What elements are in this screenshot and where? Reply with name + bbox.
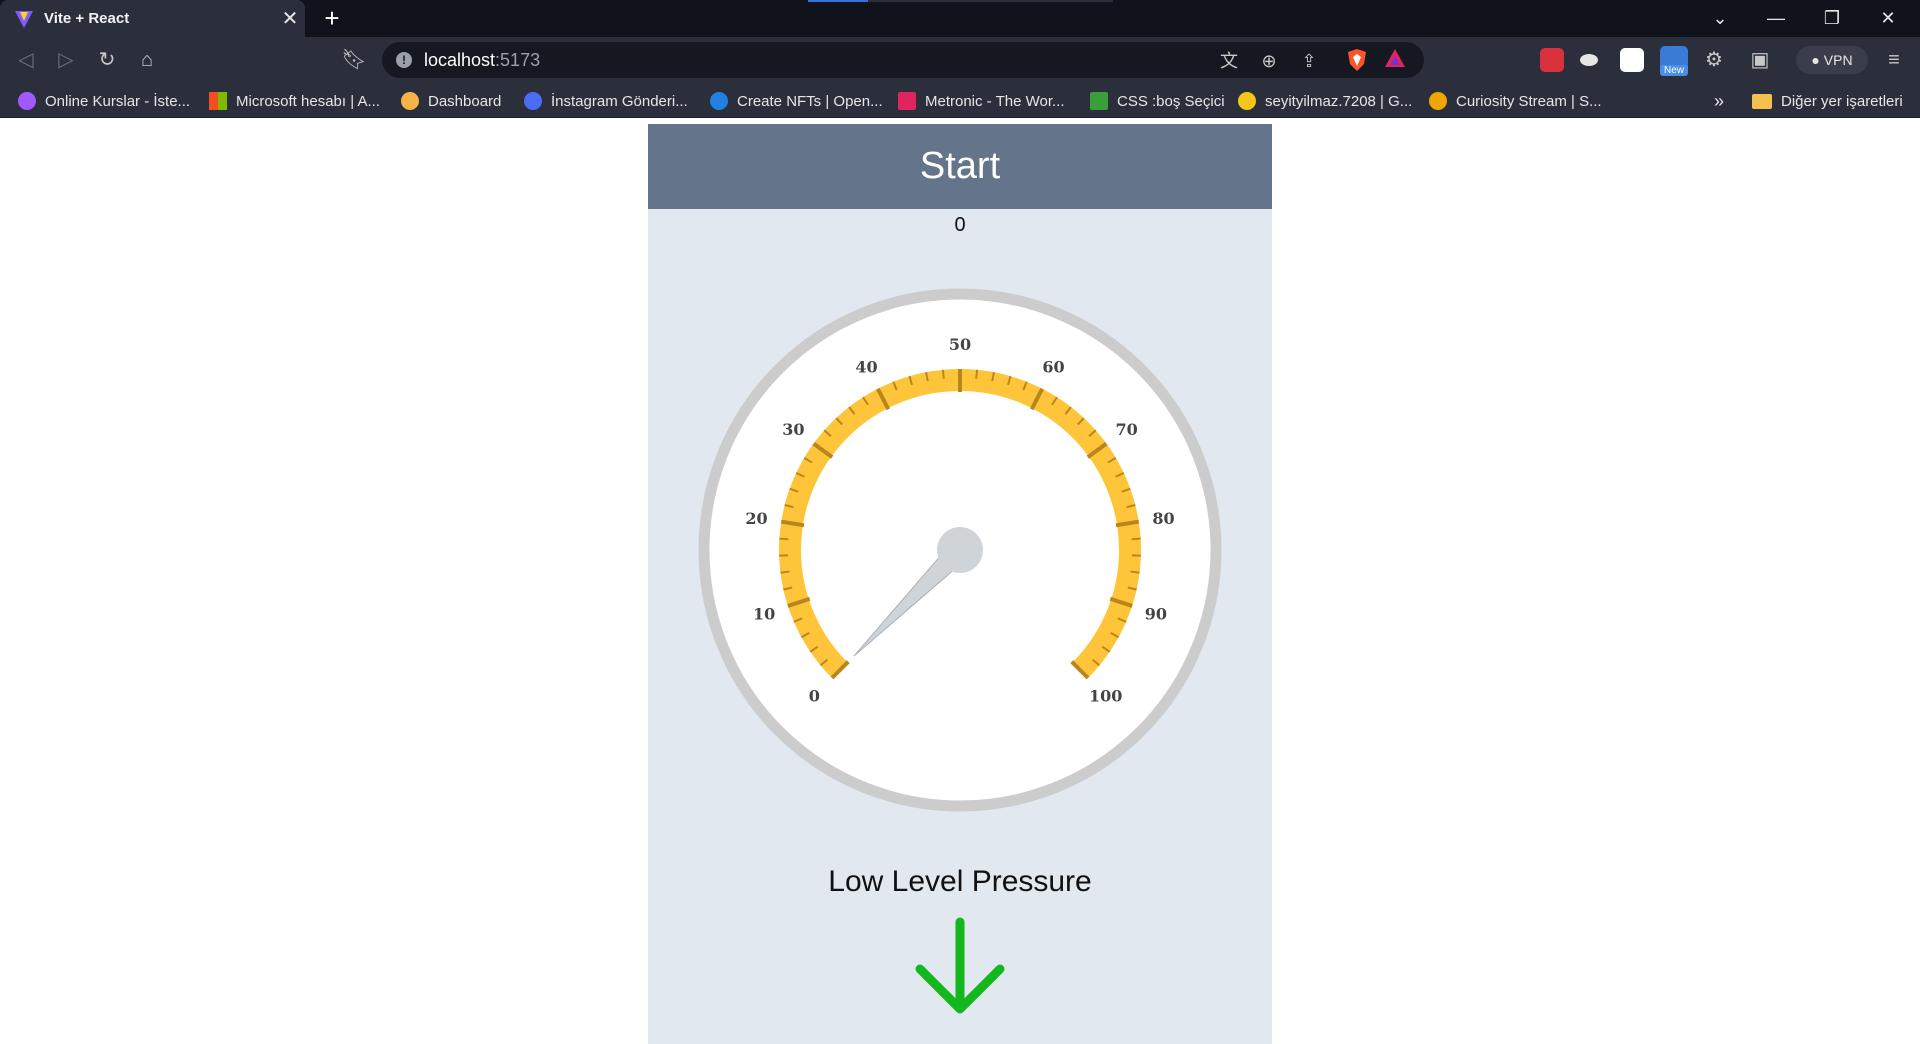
vite-logo-icon xyxy=(15,10,33,28)
gauge-minor-tick xyxy=(941,369,945,379)
tab-indicator-track xyxy=(868,0,1113,2)
gauge-needle-hub xyxy=(937,527,983,573)
back-icon[interactable]: ◁ xyxy=(12,46,40,74)
tab-close-icon[interactable]: ✕ xyxy=(275,9,305,29)
opensea-icon xyxy=(710,92,728,110)
browser-tab[interactable]: Vite + React ✕ xyxy=(0,0,305,37)
gauge-tick-label: 60 xyxy=(1042,357,1064,376)
menu-icon[interactable]: ≡ xyxy=(1880,46,1908,74)
eye-extension-icon[interactable] xyxy=(1580,54,1598,66)
bookmarks-overflow-button[interactable]: » xyxy=(1714,90,1724,112)
gauge-minor-tick xyxy=(779,537,789,541)
extension-icon[interactable] xyxy=(1620,48,1644,72)
gauge-tick-label: 80 xyxy=(1152,509,1174,528)
tab-list-icon[interactable]: ⌄ xyxy=(1692,0,1748,37)
site-info-icon[interactable]: ! xyxy=(396,52,412,68)
brave-shields-icon[interactable] xyxy=(1344,48,1370,74)
gauge-tick-label: 50 xyxy=(949,335,971,354)
other-bookmarks-folder[interactable]: Diğer yer işaretleri xyxy=(1752,90,1903,112)
url-text[interactable]: localhost:5173 xyxy=(424,50,540,71)
tab-bar: Vite + React ✕ + ⌄ — ❐ ✕ xyxy=(0,0,1920,37)
puzzle-icon[interactable]: ⚙ xyxy=(1700,46,1728,74)
gauge-tick-label: 70 xyxy=(1116,420,1138,439)
bookmark-icon[interactable]: 🔖︎ xyxy=(340,46,368,74)
bookmark-favicon-icon xyxy=(524,92,542,110)
tab-title: Vite + React xyxy=(44,10,130,27)
translate-icon[interactable]: 文 xyxy=(1216,48,1242,74)
reload-icon[interactable]: ↻ xyxy=(93,46,121,74)
bookmark-favicon-icon xyxy=(1238,92,1256,110)
share-icon[interactable]: ⇪ xyxy=(1296,48,1322,74)
new-extension-icon[interactable]: New xyxy=(1660,46,1688,76)
gauge-tick-label: 30 xyxy=(782,420,804,439)
metronic-icon xyxy=(898,92,916,110)
gauge-tick-label: 90 xyxy=(1145,605,1167,624)
bookmark-item[interactable]: Online Kurslar - İste... xyxy=(18,90,190,112)
zoom-icon[interactable]: ⊕ xyxy=(1256,48,1282,74)
folder-icon xyxy=(1752,93,1772,109)
gauge-tick-label: 10 xyxy=(753,605,775,624)
restore-button[interactable]: ❐ xyxy=(1804,0,1860,37)
new-tab-button[interactable]: + xyxy=(318,5,346,32)
bookmark-item[interactable]: Microsoft hesabı | A... xyxy=(209,90,380,112)
gauge-minor-tick xyxy=(975,369,979,379)
tab-indicator xyxy=(808,0,868,2)
close-window-button[interactable]: ✕ xyxy=(1860,0,1916,37)
bookmark-item[interactable]: Dashboard xyxy=(401,90,501,112)
bookmark-item[interactable]: Curiosity Stream | S... xyxy=(1429,90,1602,112)
pressure-value: 0 xyxy=(954,214,966,236)
gauge-minor-tick xyxy=(780,570,790,574)
pressure-gauge: 0 10 20 30 40 50 60 70 80 90 100 xyxy=(698,288,1222,812)
w3-icon xyxy=(1090,92,1108,110)
bookmarks-bar: Online Kurslar - İste... Microsoft hesab… xyxy=(0,83,1920,118)
gauge-minor-tick xyxy=(1130,570,1140,574)
home-icon[interactable]: ⌂ xyxy=(133,46,161,74)
address-bar[interactable]: ! localhost:5173 文 ⊕ ⇪ xyxy=(382,42,1424,78)
status-label: Low Level Pressure xyxy=(828,865,1092,898)
bookmark-favicon-icon xyxy=(401,92,419,110)
browser-toolbar: ◁ ▷ ↻ ⌂ 🔖︎ ! localhost:5173 文 ⊕ ⇪ New ⚙ … xyxy=(0,37,1920,83)
extension-icon[interactable] xyxy=(1540,48,1564,72)
minimize-button[interactable]: — xyxy=(1748,0,1804,37)
gauge-panel: Start 0 0 10 20 30 40 50 60 70 80 90 100 Low Level… xyxy=(648,124,1272,1044)
bookmark-item[interactable]: İnstagram Gönderi... xyxy=(524,90,688,112)
gauge-tick-label: 0 xyxy=(809,687,820,706)
gauge-tick-label: 100 xyxy=(1089,687,1122,706)
arrow-down-icon xyxy=(915,917,1005,1014)
bookmark-item[interactable]: seyityilmaz.7208 | G... xyxy=(1238,90,1412,112)
microsoft-logo-icon xyxy=(209,92,227,110)
gauge-tick-label: 20 xyxy=(745,509,767,528)
new-badge: New xyxy=(1660,65,1688,76)
start-button[interactable]: Start xyxy=(648,124,1272,209)
wallet-icon[interactable]: ▣ xyxy=(1746,46,1774,74)
bookmark-item[interactable]: CSS :boş Seçici xyxy=(1090,90,1225,112)
bookmark-favicon-icon xyxy=(18,92,36,110)
bookmark-favicon-icon xyxy=(1429,92,1447,110)
gauge-minor-tick xyxy=(1131,537,1141,541)
page-content: Start 0 0 10 20 30 40 50 60 70 80 90 100 Low Level… xyxy=(0,124,1920,1044)
vpn-button[interactable]: ● VPN xyxy=(1796,46,1868,74)
bookmark-item[interactable]: Metronic - The Wor... xyxy=(898,90,1065,112)
bookmark-item[interactable]: Create NFTs | Open... xyxy=(710,90,883,112)
gauge-tick-label: 40 xyxy=(855,357,877,376)
forward-icon[interactable]: ▷ xyxy=(52,46,80,74)
brave-rewards-icon[interactable] xyxy=(1382,48,1408,74)
